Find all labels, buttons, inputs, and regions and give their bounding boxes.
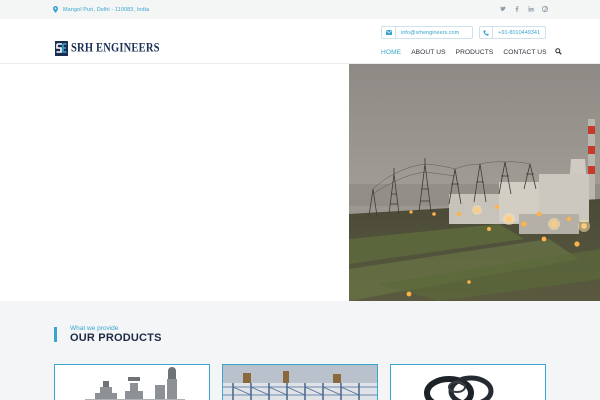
section-title: OUR PRODUCTS [70, 332, 162, 344]
phone-icon [480, 27, 494, 38]
facebook-icon[interactable] [514, 5, 520, 13]
brand-logo[interactable]: SRH ENGINEERS [55, 41, 160, 56]
nav-item-products[interactable]: PRODUCTS [451, 49, 499, 56]
product-valves-image [55, 365, 209, 400]
linkedin-icon[interactable] [528, 5, 534, 13]
location-text: Mangol Puri, Delhi - 110083, India [63, 6, 150, 13]
product-gaskets-image [391, 365, 545, 400]
product-card-valves[interactable] [54, 364, 210, 400]
email-link[interactable]: info@srhengineers.com [381, 26, 473, 39]
product-card-gaskets[interactable] [390, 364, 546, 400]
logo-mark-icon [55, 41, 68, 56]
envelope-icon [382, 27, 396, 38]
products-section: What we provide OUR PRODUCTS [0, 301, 600, 400]
section-accent-bar [54, 327, 57, 342]
brand-name: SRH ENGINEERS [71, 42, 160, 55]
phone-link[interactable]: +91-8010449341 [479, 26, 546, 39]
nav-item-home[interactable]: HOME [376, 49, 406, 56]
twitter-icon[interactable] [500, 5, 506, 13]
phone-text: +91-8010449341 [498, 29, 540, 36]
map-pin-icon [53, 6, 58, 13]
nav-item-contact[interactable]: CONTACT US [498, 49, 551, 56]
hero-substation-image [349, 64, 600, 301]
pinterest-icon[interactable] [541, 5, 549, 13]
search-icon[interactable] [554, 47, 564, 57]
product-card-structures[interactable] [222, 364, 378, 400]
location-info: Mangol Puri, Delhi - 110083, India [53, 5, 149, 14]
product-structures-image [223, 365, 377, 400]
header-contacts: info@srhengineers.com +91-8010449341 [381, 26, 546, 39]
hero-blank-panel [0, 64, 349, 301]
main-nav: HOME ABOUT US PRODUCTS CONTACT US [376, 46, 564, 58]
section-subtitle: What we provide [70, 325, 119, 332]
social-links [500, 5, 549, 13]
site-header: SRH ENGINEERS info@srhengineers.com +91-… [0, 19, 600, 64]
top-bar: Mangol Puri, Delhi - 110083, India [0, 0, 600, 19]
email-text: info@srhengineers.com [401, 29, 460, 36]
nav-item-about[interactable]: ABOUT US [406, 49, 450, 56]
